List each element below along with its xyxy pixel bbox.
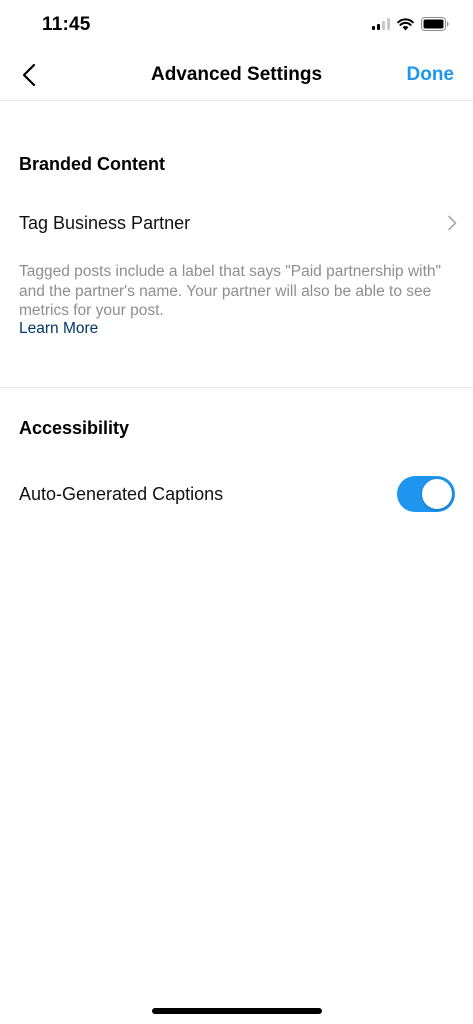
battery-icon — [421, 17, 449, 31]
chevron-right-icon — [448, 215, 457, 231]
auto-generated-captions-toggle[interactable] — [397, 476, 455, 512]
tag-business-partner-label: Tag Business Partner — [19, 212, 191, 233]
branded-content-helper-text: Tagged posts include a label that says "… — [19, 263, 442, 319]
navigation-bar: Advanced Settings Done — [0, 50, 473, 101]
cellular-signal-icon — [372, 18, 390, 30]
auto-generated-captions-label: Auto-Generated Captions — [19, 483, 224, 504]
wifi-icon — [397, 17, 414, 30]
page-title: Advanced Settings — [150, 64, 323, 85]
learn-more-link[interactable]: Learn More — [19, 320, 98, 338]
section-divider — [0, 387, 473, 388]
home-indicator — [152, 1008, 322, 1014]
tag-business-partner-row[interactable]: Tag Business Partner — [0, 201, 473, 245]
done-button[interactable]: Done — [407, 64, 455, 86]
auto-generated-captions-row: Auto-Generated Captions — [0, 472, 473, 516]
section-header-accessibility: Accessibility — [19, 418, 130, 438]
toggle-knob — [422, 479, 452, 509]
section-header-branded-content: Branded Content — [19, 154, 165, 174]
status-time: 11:45 — [42, 14, 91, 35]
status-bar: 11:45 — [0, 0, 473, 50]
status-icons — [372, 17, 449, 31]
